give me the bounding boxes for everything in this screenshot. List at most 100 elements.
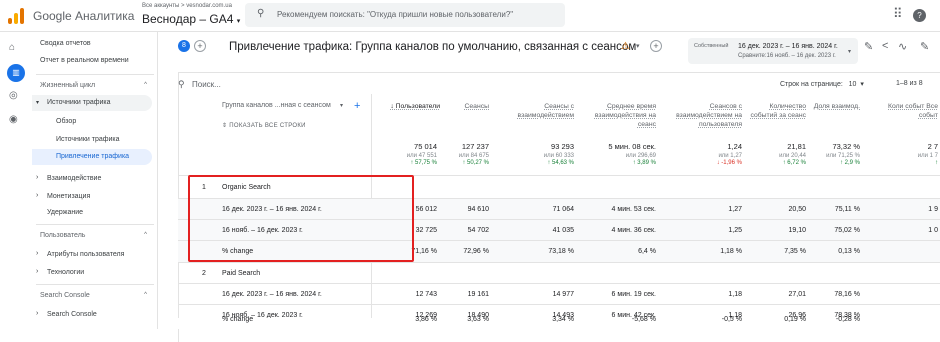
total-value: 73,32 %	[832, 142, 860, 151]
total-change: ↑ 54,63 %	[547, 160, 574, 166]
metric-header-engagement-rate[interactable]: Доля взаимод.	[812, 102, 860, 111]
report-badge[interactable]: 8	[178, 40, 190, 52]
chevron-up-icon[interactable]: ^	[144, 292, 147, 298]
sidebar-item-tech[interactable]: › Технологии	[32, 266, 152, 280]
home-icon[interactable]: ⌂	[9, 42, 15, 53]
metric-header-avg-engagement-time[interactable]: Среднее время взаимодействия на сеанс	[578, 102, 656, 129]
sidebar-item-engagement[interactable]: › Взаимодействие	[32, 172, 152, 186]
cell-engaged-per-user: 1,27	[728, 206, 742, 213]
metric-header-users[interactable]: ↓ Пользователи	[374, 102, 440, 111]
advertising-icon[interactable]: ◉	[9, 114, 18, 125]
chevron-up-icon[interactable]: ^	[144, 232, 147, 238]
cell-event-count: 1 9	[928, 206, 938, 213]
property-selector[interactable]: Веснодар – GA4 ▾	[142, 12, 240, 26]
rows-per-page[interactable]: Строк на странице: 10 ▾	[780, 80, 864, 88]
app-title[interactable]: Google Аналитика	[33, 9, 134, 23]
table-row-group[interactable]: 2 Paid Search	[178, 262, 940, 283]
apps-grid-icon[interactable]: ⠿	[893, 6, 903, 22]
table-search-input[interactable]: Поиск...	[192, 80, 221, 89]
total-value: 1,24	[727, 142, 742, 151]
chevron-down-icon[interactable]: ▾	[636, 42, 640, 50]
cell-engaged-sessions: 73,18 %	[548, 248, 574, 255]
share-icon[interactable]: <	[882, 40, 888, 52]
expand-icon: ⇕	[222, 123, 228, 129]
divider	[36, 74, 154, 75]
sidebar-item-label: Источники трафика	[47, 99, 111, 106]
add-comparison-icon[interactable]: +	[194, 40, 206, 52]
cell-avg-time: 6,4 %	[638, 248, 656, 255]
help-icon[interactable]: ?	[913, 9, 926, 22]
sidebar-item-search-console[interactable]: › Search Console	[32, 308, 152, 322]
total-prev: или 296,69	[625, 153, 656, 159]
edit-icon[interactable]: ✎	[920, 40, 929, 53]
sidebar-item-realtime[interactable]: Отчет в реальном времени	[40, 57, 129, 64]
sidebar-item-retention[interactable]: Удержание	[47, 209, 83, 216]
table-row[interactable]: % change 3,86 % 3,63 % 3,34 % -5,68 % -0…	[178, 316, 940, 329]
show-all-rows-button[interactable]: ⇕ ПОКАЗАТЬ ВСЕ СТРОКИ	[222, 122, 306, 129]
analytics-logo-icon[interactable]	[8, 8, 24, 24]
highlight-annotation-box	[188, 175, 414, 262]
total-prev: или 60 333	[543, 153, 574, 159]
sidebar-item-monetization[interactable]: › Монетизация	[32, 190, 152, 204]
dimension-header[interactable]: Группа каналов ...нная с сеансом	[222, 102, 331, 109]
search-icon: ⚲	[257, 8, 265, 19]
chevron-down-icon: ▾	[848, 49, 852, 55]
total-prev: или 47 551	[406, 153, 437, 159]
total-engaged-per-user: 1,24 или 1,27 ↓ -1,96 %	[662, 142, 742, 166]
caret-right-icon: ›	[36, 310, 39, 317]
metric-header-event-count[interactable]: Коли событ Все событ	[870, 102, 938, 132]
total-change: ↑	[935, 160, 938, 166]
search-box[interactable]: ⚲ Рекомендуем поискать: "Откуда пришли н…	[245, 3, 565, 27]
sidebar-section-lifecycle[interactable]: Жизненный цикл	[40, 82, 95, 89]
sidebar-item-overview[interactable]: Обзор	[56, 118, 76, 125]
sidebar-item-label: Технологии	[47, 269, 85, 276]
reports-icon[interactable]: ▥	[7, 64, 25, 82]
customize-report-icon[interactable]: ✎	[864, 40, 873, 53]
account-breadcrumb[interactable]: Все аккаунты > vesnodar.com.ua	[142, 3, 232, 9]
total-event-count: 2 7 или 1 7 ↑	[904, 142, 938, 166]
add-dimension-icon[interactable]: +	[354, 100, 360, 112]
cell-sessions: 54 702	[467, 227, 489, 234]
add-filter-icon[interactable]: +	[650, 40, 662, 52]
date-range: 16 дек. 2023 г. – 16 янв. 2024 г.	[738, 43, 838, 50]
sidebar-item-label: Атрибуты пользователя	[47, 251, 125, 258]
total-change: ↑ 57,75 %	[410, 160, 437, 166]
show-all-rows-label: ПОКАЗАТЬ ВСЕ СТРОКИ	[229, 123, 306, 129]
cell-users: 3,86 %	[415, 316, 437, 323]
explore-icon[interactable]: ◎	[9, 90, 18, 101]
chevron-down-icon: ▾	[860, 81, 864, 88]
caret-right-icon: ›	[36, 192, 39, 199]
sidebar-section-search-console[interactable]: Search Console	[40, 292, 90, 299]
cell-users: 12 743	[415, 291, 437, 298]
search-icon: ⚲	[178, 79, 185, 89]
warning-icon[interactable]: ⚠	[621, 41, 630, 52]
sidebar-item-user-attributes[interactable]: › Атрибуты пользователя	[32, 248, 152, 262]
chevron-down-icon[interactable]: ▾	[340, 102, 343, 109]
metric-header-engaged-sessions[interactable]: Сеансы с взаимодействием	[498, 102, 574, 120]
metric-header-sessions[interactable]: Сеансы	[443, 102, 489, 111]
cell-engagement-rate: 75,02 %	[834, 227, 860, 234]
total-prev: или 20,44	[779, 153, 806, 159]
insights-icon[interactable]: ∿	[898, 40, 907, 53]
sidebar-item-traffic-acquisition[interactable]: Привлечение трафика	[32, 149, 152, 165]
total-change: ↑ 6,72 %	[782, 160, 806, 166]
metric-header-events-per-session[interactable]: Количество событий за сеанс	[748, 102, 806, 120]
sidebar-item-user-acquisition[interactable]: Источники трафика	[56, 136, 120, 143]
chevron-up-icon[interactable]: ^	[144, 82, 147, 88]
cell-engagement-rate: 75,11 %	[834, 206, 860, 213]
sidebar-item-acquisition[interactable]: ▾ Источники трафика	[32, 95, 152, 111]
cell-engaged-sessions: 14 977	[552, 291, 574, 298]
date-range-label: Собственный	[694, 43, 729, 49]
rows-per-page-value: 10	[848, 81, 857, 88]
total-avg-engagement-time: 5 мин. 08 сек. или 296,69 ↑ 3,89 %	[578, 142, 656, 166]
metric-header-engaged-per-user[interactable]: Сеансов с взаимодействием на пользовател…	[662, 102, 742, 129]
cell-events-per-session: 0,19 %	[784, 316, 806, 323]
sidebar-item-summary[interactable]: Сводка отчетов	[40, 40, 91, 47]
caret-down-icon: ▾	[36, 100, 40, 106]
table-row[interactable]: 16 дек. 2023 г. – 16 янв. 2024 г. 12 743…	[178, 283, 940, 304]
page-title: Привлечение трафика: Группа каналов по у…	[229, 41, 637, 53]
sidebar-section-user[interactable]: Пользователь	[40, 232, 85, 239]
date-range-picker[interactable]: Собственный 16 дек. 2023 г. – 16 янв. 20…	[688, 38, 858, 64]
sidebar-item-label: Взаимодействие	[47, 175, 102, 182]
cell-events-per-session: 27,01	[788, 291, 806, 298]
